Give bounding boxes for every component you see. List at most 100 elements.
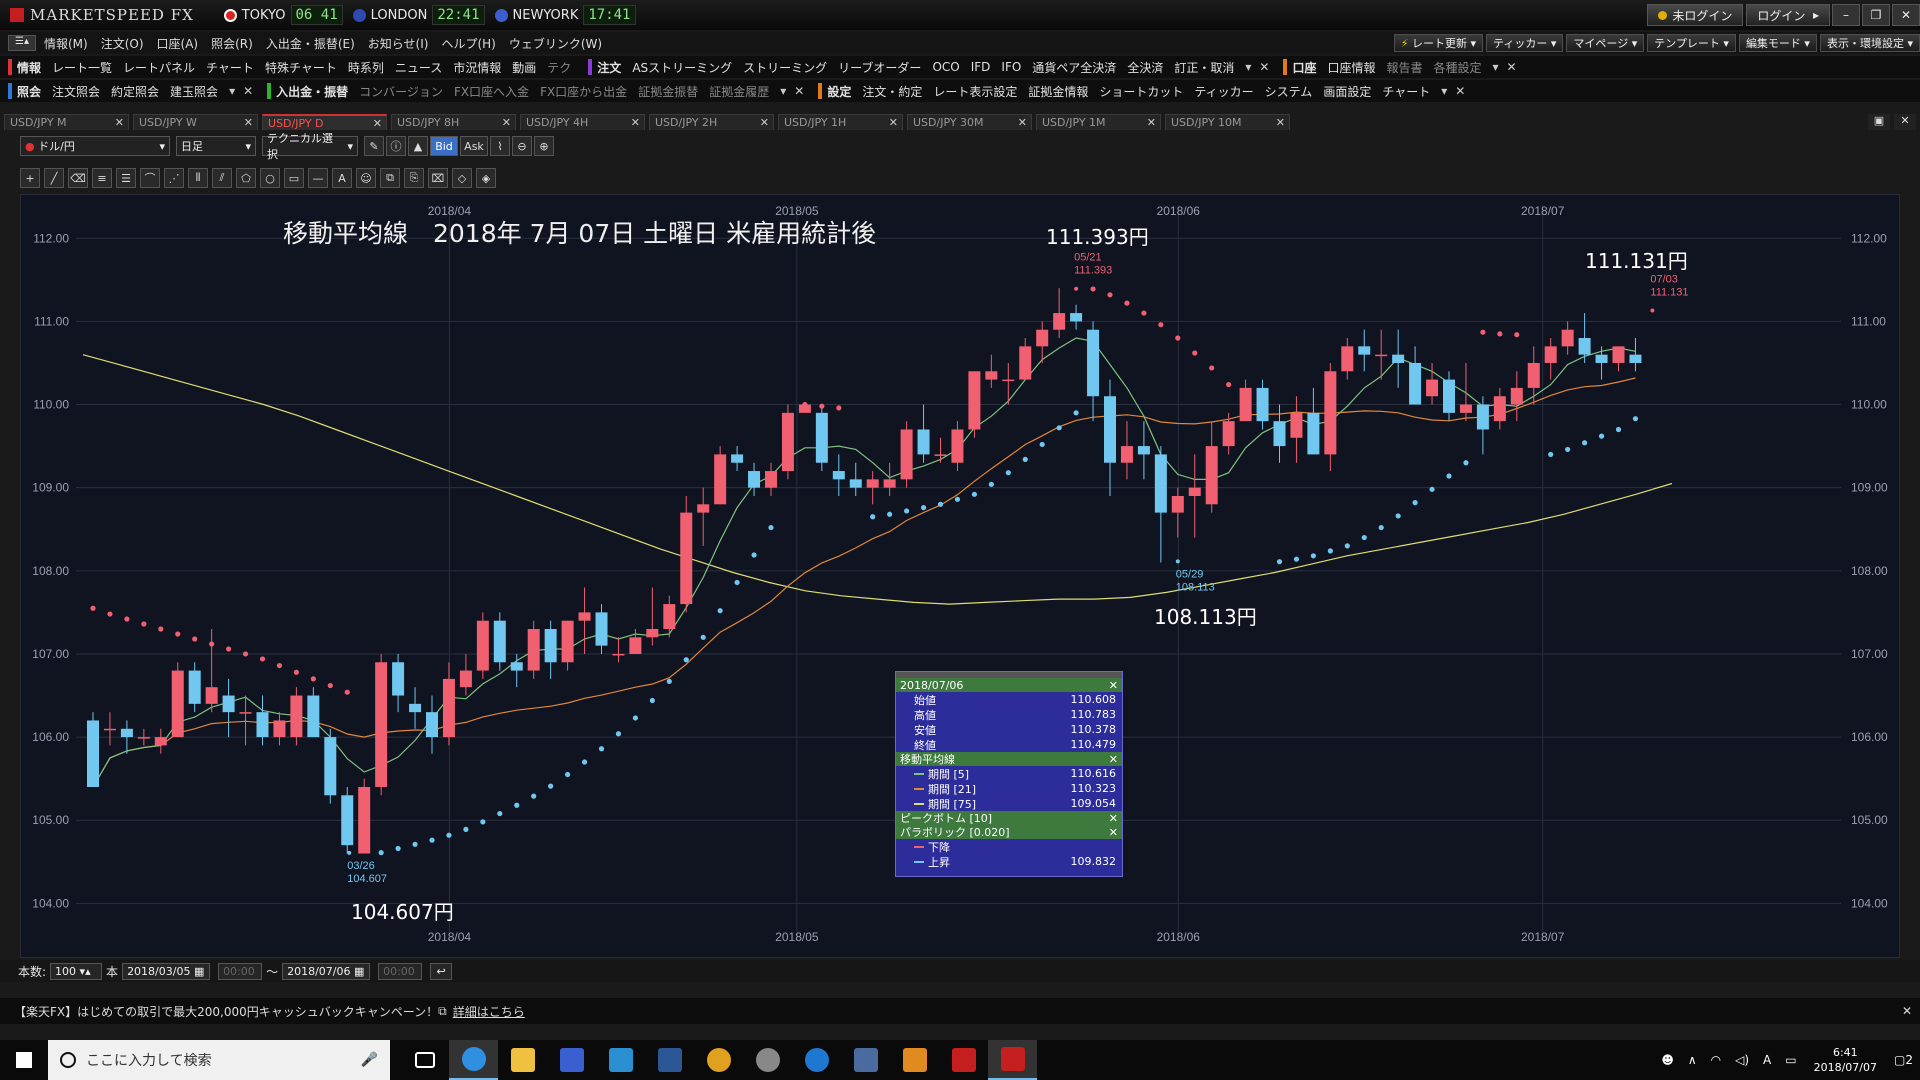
tool-leave-order[interactable]: リーブオーダー bbox=[838, 59, 921, 76]
menu-info[interactable]: 情報(M) bbox=[44, 35, 88, 52]
price-chart[interactable]: 112.00 112.00 111.00 111.00 110.00 110.00 109.… bbox=[20, 194, 1900, 958]
fan-icon[interactable]: ⋰ bbox=[164, 168, 184, 188]
close-icon[interactable]: ✕ bbox=[502, 116, 511, 129]
chart-style-icon[interactable]: ⌇ bbox=[490, 136, 510, 156]
chrome-icon[interactable] bbox=[694, 1040, 743, 1080]
tool-position-inquiry[interactable]: 建玉照会 bbox=[170, 83, 218, 100]
tool-margin-history[interactable]: 証拠金履歴 bbox=[709, 83, 769, 100]
menu-transfer[interactable]: 入出金・振替(E) bbox=[266, 35, 355, 52]
menu-help[interactable]: ヘルプ(H) bbox=[441, 35, 495, 52]
tool-video[interactable]: 動画 bbox=[512, 59, 536, 76]
vlines-icon[interactable]: ⦀ bbox=[188, 168, 208, 188]
channel-icon[interactable]: ⫽ bbox=[212, 168, 232, 188]
tool-ticker[interactable]: ティッカー bbox=[1194, 83, 1253, 100]
close-icon[interactable]: ✕ bbox=[1259, 60, 1269, 74]
start-button[interactable] bbox=[0, 1040, 48, 1080]
count-input[interactable]: 100 ▾▴ bbox=[50, 962, 103, 980]
dropdown-icon[interactable]: ▾ bbox=[1245, 60, 1251, 74]
currency-pair-select[interactable]: ● ドル/円 ▾ bbox=[20, 136, 170, 156]
tool-news[interactable]: ニュース bbox=[395, 59, 442, 76]
pen-icon[interactable]: ✎ bbox=[364, 136, 384, 156]
desktop-app-icon[interactable] bbox=[596, 1040, 645, 1080]
close-icon[interactable]: ✕ bbox=[1147, 116, 1156, 129]
system-menu-icon[interactable]: ☰▴ bbox=[8, 35, 36, 51]
tool-various-settings[interactable]: 各種設定 bbox=[1433, 59, 1481, 76]
minimize-icon[interactable]: – bbox=[1832, 4, 1860, 26]
tool-chart[interactable]: チャート bbox=[206, 59, 254, 76]
tool-as-streaming[interactable]: ASストリーミング bbox=[632, 59, 732, 76]
hline-icon[interactable]: — bbox=[308, 168, 328, 188]
to-time-input[interactable]: 00:00 bbox=[378, 962, 423, 980]
edit-mode-button[interactable]: 編集モード ▾ bbox=[1738, 34, 1817, 52]
trendline-icon[interactable]: ╱ bbox=[44, 168, 64, 188]
tool-execution-inquiry[interactable]: 約定照会 bbox=[111, 83, 159, 100]
ask-toggle[interactable]: Ask bbox=[460, 136, 488, 156]
menu-inquiry[interactable]: 照会(R) bbox=[211, 35, 253, 52]
taskbar-search[interactable]: ここに入力して検索 🎤 bbox=[48, 1040, 390, 1080]
ie-browser-icon[interactable] bbox=[449, 1040, 498, 1080]
tool-deposit[interactable]: FX口座へ入金 bbox=[454, 83, 529, 100]
calculator-icon[interactable] bbox=[547, 1040, 596, 1080]
info-panel[interactable]: 2018/07/06 ✕ 始値 110.608 高値 110.783 安値 110.37… bbox=[895, 671, 1123, 877]
circle-icon[interactable]: ○ bbox=[260, 168, 280, 188]
tool-system[interactable]: システム bbox=[1265, 83, 1313, 100]
dropdown-icon[interactable]: ▾ bbox=[780, 84, 786, 98]
close-icon[interactable]: ✕ bbox=[115, 116, 124, 129]
action-center-icon[interactable]: ▭ bbox=[1785, 1053, 1796, 1067]
tab-usdjpy-1m[interactable]: USD/JPY 1M ✕ bbox=[1036, 114, 1161, 130]
close-icon[interactable]: ✕ bbox=[1276, 116, 1285, 129]
close-icon[interactable]: ✕ bbox=[1109, 753, 1118, 766]
close-icon[interactable]: ✕ bbox=[1507, 60, 1517, 74]
display-settings-button[interactable]: 表示・環境設定 ▾ bbox=[1819, 34, 1920, 52]
taskbar-clock[interactable]: 6:41 2018/07/07 bbox=[1814, 1045, 1877, 1075]
text-icon[interactable]: A bbox=[332, 168, 352, 188]
calendar-icon[interactable]: ▦ bbox=[194, 965, 204, 978]
dropdown-icon[interactable]: ▾ bbox=[1441, 84, 1447, 98]
tool-market-info[interactable]: 市況情報 bbox=[453, 59, 501, 76]
tool-rate-display[interactable]: レート表示設定 bbox=[933, 83, 1017, 100]
close-icon[interactable]: ✕ bbox=[1892, 4, 1920, 26]
multilines-icon[interactable]: ☰ bbox=[116, 168, 136, 188]
paste-icon[interactable]: ⎘ bbox=[404, 168, 424, 188]
tab-usdjpy-1h[interactable]: USD/JPY 1H ✕ bbox=[778, 114, 903, 130]
microphone-icon[interactable]: 🎤 bbox=[361, 1052, 378, 1068]
close-icon[interactable]: ✕ bbox=[1455, 84, 1465, 98]
pentagon-icon[interactable]: ⬠ bbox=[236, 168, 256, 188]
tab-usdjpy-10m[interactable]: USD/JPY 10M ✕ bbox=[1165, 114, 1290, 130]
technical-select[interactable]: テクニカル選択 ▾ bbox=[262, 132, 358, 161]
from-date-input[interactable]: 2018/03/05 ▦ bbox=[122, 962, 211, 980]
edge-icon[interactable] bbox=[792, 1040, 841, 1080]
chevron-up-icon[interactable]: ∧ bbox=[1688, 1053, 1697, 1067]
arc-icon[interactable]: ⌒ bbox=[140, 168, 160, 188]
tool-timeseries[interactable]: 時系列 bbox=[348, 59, 384, 76]
tab-usdjpy-m[interactable]: USD/JPY M ✕ bbox=[4, 114, 129, 130]
tab-usdjpy-w[interactable]: USD/JPY W ✕ bbox=[133, 114, 258, 130]
menu-account[interactable]: 口座(A) bbox=[157, 35, 199, 52]
task-view-icon[interactable] bbox=[400, 1040, 449, 1080]
word-icon[interactable] bbox=[645, 1040, 694, 1080]
close-icon[interactable]: ✕ bbox=[243, 84, 253, 98]
rate-update-button[interactable]: ⚡ レート更新 ▾ bbox=[1393, 34, 1484, 52]
wifi-icon[interactable]: ◠ bbox=[1711, 1053, 1721, 1067]
maximize-icon[interactable]: ▣ bbox=[1868, 114, 1890, 130]
copy-icon[interactable]: ⧉ bbox=[380, 168, 400, 188]
tab-usdjpy-d[interactable]: USD/JPY D ✕ bbox=[262, 114, 387, 130]
orange-app-icon[interactable] bbox=[890, 1040, 939, 1080]
ime-indicator[interactable]: A bbox=[1763, 1053, 1771, 1067]
login-button[interactable]: ログイン ▸ bbox=[1746, 4, 1830, 26]
tool-margin-transfer[interactable]: 証拠金振替 bbox=[638, 83, 698, 100]
tool-account-info[interactable]: 口座情報 bbox=[1327, 59, 1375, 76]
tool-chart-settings[interactable]: チャート bbox=[1382, 83, 1430, 100]
crosshair-icon[interactable]: + bbox=[20, 168, 40, 188]
tool-ifo[interactable]: IFO bbox=[1001, 60, 1021, 74]
tag-icon[interactable]: ◇ bbox=[452, 168, 472, 188]
close-icon[interactable]: ✕ bbox=[889, 116, 898, 129]
mountain-chart-icon[interactable]: ▲ bbox=[408, 136, 428, 156]
from-time-input[interactable]: 00:00 bbox=[218, 962, 263, 980]
tool-special-chart[interactable]: 特殊チャート bbox=[265, 59, 337, 76]
tool-rate-list[interactable]: レート一覧 bbox=[52, 59, 112, 76]
close-icon[interactable]: ✕ bbox=[631, 116, 640, 129]
volume-icon[interactable]: ◁) bbox=[1735, 1053, 1749, 1067]
tool-screen-settings[interactable]: 画面設定 bbox=[1323, 83, 1371, 100]
tab-usdjpy-4h[interactable]: USD/JPY 4H ✕ bbox=[520, 114, 645, 130]
